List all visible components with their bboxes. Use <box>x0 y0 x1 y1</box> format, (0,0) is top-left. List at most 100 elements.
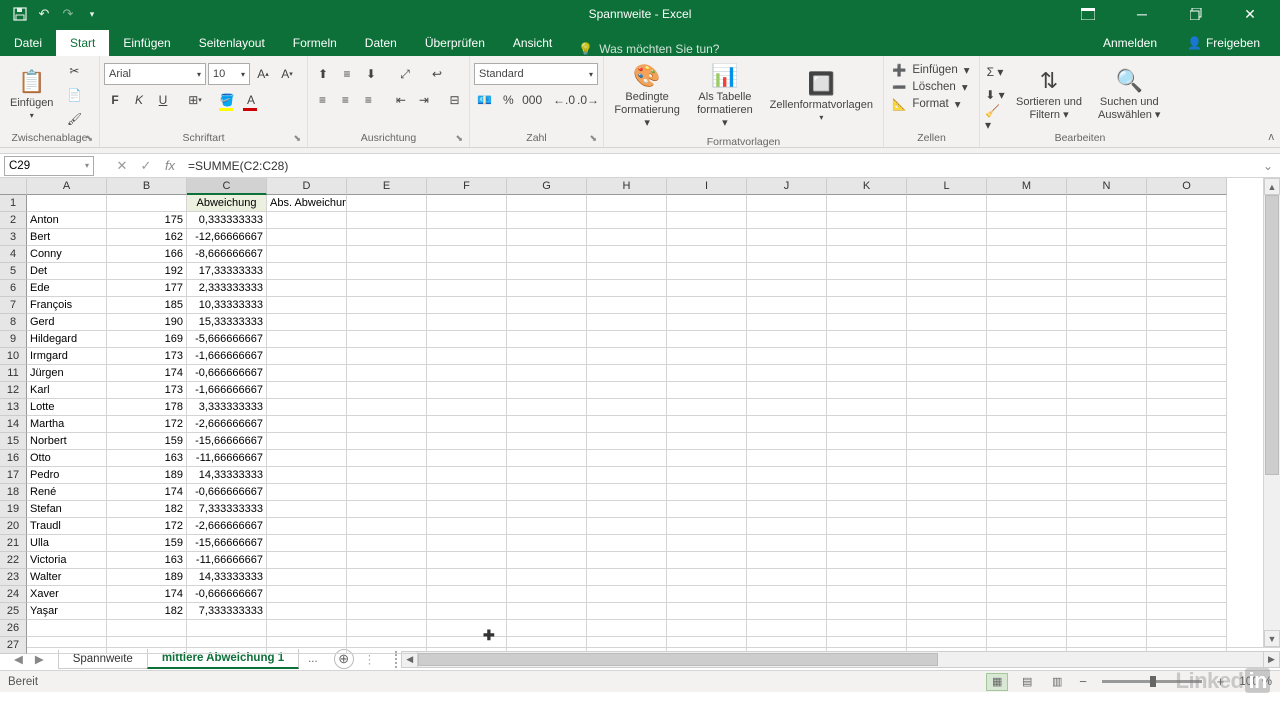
cell-B16[interactable]: 163 <box>107 450 187 467</box>
format-painter-icon[interactable]: 🖌 <box>63 108 85 130</box>
cell-G8[interactable] <box>507 314 587 331</box>
cell-N8[interactable] <box>1067 314 1147 331</box>
cell-L23[interactable] <box>907 569 987 586</box>
row-header-7[interactable]: 7 <box>0 297 27 314</box>
row-header-11[interactable]: 11 <box>0 365 27 382</box>
cell-G7[interactable] <box>507 297 587 314</box>
cell-J9[interactable] <box>747 331 827 348</box>
collapse-ribbon-icon[interactable]: ʌ <box>1269 131 1275 143</box>
col-header-H[interactable]: H <box>587 178 667 195</box>
font-color-icon[interactable]: A <box>240 89 262 111</box>
cell-J19[interactable] <box>747 501 827 518</box>
vertical-scrollbar[interactable]: ▲ ▼ <box>1263 178 1280 647</box>
align-middle-icon[interactable]: ≡ <box>336 63 358 85</box>
cell-B23[interactable]: 189 <box>107 569 187 586</box>
cell-N18[interactable] <box>1067 484 1147 501</box>
cell-N11[interactable] <box>1067 365 1147 382</box>
row-header-10[interactable]: 10 <box>0 348 27 365</box>
increase-font-icon[interactable]: A▴ <box>252 63 274 85</box>
cell-D6[interactable] <box>267 280 347 297</box>
cell-M14[interactable] <box>987 416 1067 433</box>
cell-N26[interactable] <box>1067 620 1147 637</box>
cell-M22[interactable] <box>987 552 1067 569</box>
cell-A23[interactable]: Walter <box>27 569 107 586</box>
col-header-G[interactable]: G <box>507 178 587 195</box>
align-bottom-icon[interactable]: ⬇ <box>360 63 382 85</box>
cell-L14[interactable] <box>907 416 987 433</box>
cell-I20[interactable] <box>667 518 747 535</box>
cell-B12[interactable]: 173 <box>107 382 187 399</box>
row-header-18[interactable]: 18 <box>0 484 27 501</box>
cell-O26[interactable] <box>1147 620 1227 637</box>
cell-F10[interactable] <box>427 348 507 365</box>
restore-icon[interactable] <box>1176 0 1216 28</box>
cell-A6[interactable]: Ede <box>27 280 107 297</box>
cell-I9[interactable] <box>667 331 747 348</box>
cell-M5[interactable] <box>987 263 1067 280</box>
cell-D19[interactable] <box>267 501 347 518</box>
cell-L21[interactable] <box>907 535 987 552</box>
cell-B11[interactable]: 174 <box>107 365 187 382</box>
page-break-view-icon[interactable]: ▥ <box>1046 673 1068 691</box>
cell-N25[interactable] <box>1067 603 1147 620</box>
cell-K25[interactable] <box>827 603 907 620</box>
cell-J22[interactable] <box>747 552 827 569</box>
cell-G2[interactable] <box>507 212 587 229</box>
undo-icon[interactable]: ↶ <box>36 6 52 22</box>
cell-O4[interactable] <box>1147 246 1227 263</box>
cell-G19[interactable] <box>507 501 587 518</box>
cell-G24[interactable] <box>507 586 587 603</box>
border-icon[interactable]: ⊞▾ <box>184 89 206 111</box>
cell-J3[interactable] <box>747 229 827 246</box>
underline-button[interactable]: U <box>152 89 174 111</box>
percent-icon[interactable]: % <box>498 89 520 111</box>
cell-K15[interactable] <box>827 433 907 450</box>
tab-file[interactable]: Datei <box>0 30 56 56</box>
cell-G17[interactable] <box>507 467 587 484</box>
cell-E17[interactable] <box>347 467 427 484</box>
cell-D27[interactable] <box>267 637 347 654</box>
cell-C27[interactable] <box>187 637 267 654</box>
cell-I17[interactable] <box>667 467 747 484</box>
cell-H10[interactable] <box>587 348 667 365</box>
cancel-formula-icon[interactable]: ✕ <box>110 154 134 178</box>
align-left-icon[interactable]: ≡ <box>312 89 333 111</box>
cell-F26[interactable] <box>427 620 507 637</box>
cell-I11[interactable] <box>667 365 747 382</box>
cell-N9[interactable] <box>1067 331 1147 348</box>
cell-H9[interactable] <box>587 331 667 348</box>
cell-G4[interactable] <box>507 246 587 263</box>
cell-K7[interactable] <box>827 297 907 314</box>
tab-review[interactable]: Überprüfen <box>411 30 499 56</box>
cell-C19[interactable]: 7,333333333 <box>187 501 267 518</box>
cell-K19[interactable] <box>827 501 907 518</box>
cell-C14[interactable]: -2,666666667 <box>187 416 267 433</box>
cell-B22[interactable]: 163 <box>107 552 187 569</box>
cell-L18[interactable] <box>907 484 987 501</box>
row-header-9[interactable]: 9 <box>0 331 27 348</box>
cell-O21[interactable] <box>1147 535 1227 552</box>
cell-A3[interactable]: Bert <box>27 229 107 246</box>
formula-input[interactable]: =SUMME(C2:C28) <box>182 159 1256 173</box>
cell-H1[interactable] <box>587 195 667 212</box>
cell-L22[interactable] <box>907 552 987 569</box>
col-header-N[interactable]: N <box>1067 178 1147 195</box>
tab-page-layout[interactable]: Seitenlayout <box>185 30 279 56</box>
cell-H7[interactable] <box>587 297 667 314</box>
cell-I7[interactable] <box>667 297 747 314</box>
cell-O11[interactable] <box>1147 365 1227 382</box>
cell-O6[interactable] <box>1147 280 1227 297</box>
cell-F19[interactable] <box>427 501 507 518</box>
cell-J16[interactable] <box>747 450 827 467</box>
cell-F1[interactable] <box>427 195 507 212</box>
cell-E1[interactable] <box>347 195 427 212</box>
cell-L26[interactable] <box>907 620 987 637</box>
cell-I15[interactable] <box>667 433 747 450</box>
cell-G20[interactable] <box>507 518 587 535</box>
cell-D12[interactable] <box>267 382 347 399</box>
cell-C23[interactable]: 14,33333333 <box>187 569 267 586</box>
cell-O9[interactable] <box>1147 331 1227 348</box>
cell-K20[interactable] <box>827 518 907 535</box>
cell-B5[interactable]: 192 <box>107 263 187 280</box>
cell-E24[interactable] <box>347 586 427 603</box>
